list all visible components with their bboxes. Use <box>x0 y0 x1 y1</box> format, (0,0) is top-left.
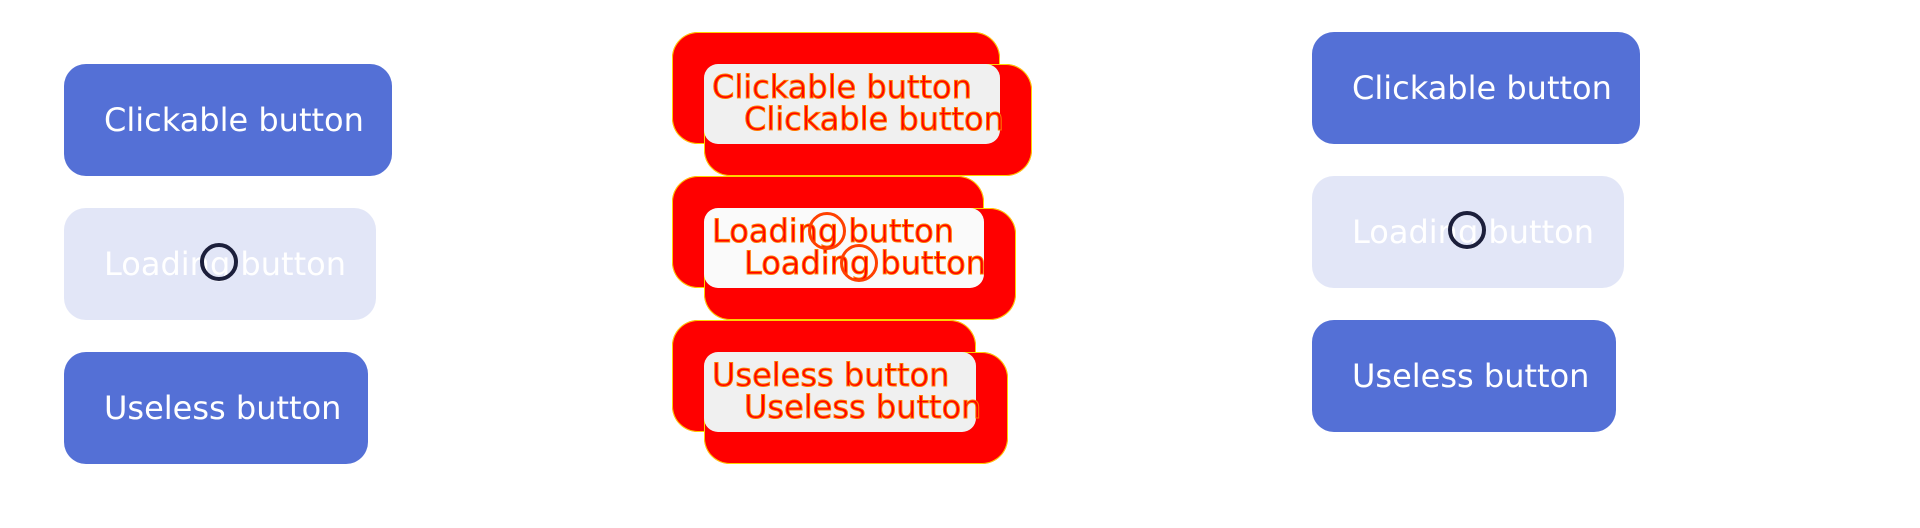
spinner-icon <box>808 212 846 250</box>
loading-button[interactable]: Loading button <box>1312 176 1624 288</box>
diff-label-b: Useless button <box>743 388 982 427</box>
loading-button[interactable]: Loading button <box>64 208 376 320</box>
left-panel: Clickable button Loading button Useless … <box>0 0 640 528</box>
spinner-icon <box>200 243 238 281</box>
diff-panel: Clickable button Clickable button Loadin… <box>640 0 1280 528</box>
spinner-icon <box>840 244 878 282</box>
useless-button[interactable]: Useless button <box>64 352 368 464</box>
clickable-button[interactable]: Clickable button <box>64 64 392 176</box>
useless-button[interactable]: Useless button <box>1312 320 1616 432</box>
useless-button-label: Useless button <box>104 389 342 427</box>
useless-button-label: Useless button <box>1352 357 1590 395</box>
clickable-button-label: Clickable button <box>104 101 364 139</box>
clickable-button[interactable]: Clickable button <box>1312 32 1640 144</box>
clickable-button-label: Clickable button <box>1352 69 1612 107</box>
right-panel: Clickable button Loading button Useless … <box>1280 0 1920 528</box>
diff-label-b: Clickable button <box>744 100 1005 139</box>
spinner-icon <box>1448 211 1486 249</box>
